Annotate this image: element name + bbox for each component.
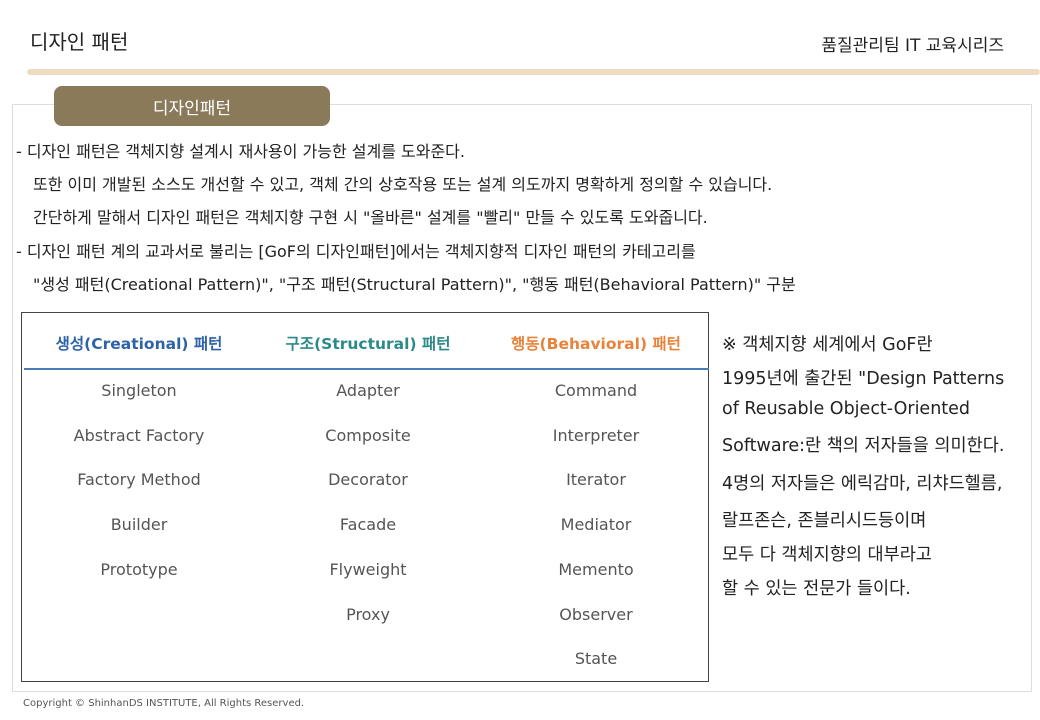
pattern-cell: Composite (325, 425, 411, 445)
pattern-cell: Builder (110, 515, 168, 535)
page-title: 디자인 패턴 (30, 30, 129, 54)
pattern-cell: Mediator (560, 515, 632, 535)
note-line-5: 4명의 저자들은 에릭감마, 리챠드헬름, (722, 474, 1003, 494)
pattern-cell: State (574, 649, 618, 669)
note-line-3: of Reusable Object-Oriented (722, 399, 971, 419)
section-tab: 디자인패턴 (54, 86, 330, 126)
note-line-7: 모두 다 객체지향의 대부라고 (722, 545, 932, 565)
pattern-cell: Decorator (328, 470, 408, 490)
slide: 디자인 패턴 품질관리팀 IT 교육시리즈 디자인패턴 - 디자인 패턴은 객체… (0, 0, 1040, 720)
table-header-1: 생성(Creational) 패턴 (55, 335, 223, 353)
note-line-1: ※ 객체지향 세계에서 GoF란 (722, 335, 933, 355)
table-header-rule (24, 368, 709, 370)
pattern-cell: Observer (559, 604, 633, 624)
pattern-cell: Abstract Factory (73, 425, 205, 445)
pattern-cell: Adapter (336, 381, 400, 400)
note-line-2: 1995년에 출간된 "Design Patterns (722, 369, 1005, 389)
pattern-cell: Interpreter (552, 425, 640, 445)
body-line-3: 간단하게 말해서 디자인 패턴은 객체지향 구현 시 "올바른" 설계를 "빨리… (33, 208, 708, 227)
pattern-cell: Singleton (101, 381, 177, 400)
pattern-cell: Facade (339, 515, 397, 535)
pattern-cell: Factory Method (77, 470, 201, 490)
pattern-cell: Iterator (566, 470, 626, 490)
table-header-3: 행동(Behavioral) 패턴 (511, 335, 681, 353)
body-line-4: - 디자인 패턴 계의 교과서로 불리는 [GoF의 디자인패턴]에서는 객체지… (16, 242, 696, 261)
pattern-cell: Proxy (346, 604, 390, 624)
pattern-cell: Prototype (100, 559, 178, 579)
series-label: 품질관리팀 IT 교육시리즈 (821, 36, 1004, 56)
table-header-2: 구조(Structural) 패턴 (285, 335, 451, 353)
body-line-1: - 디자인 패턴은 객체지향 설계시 재사용이 가능한 설계를 도와준다. (16, 142, 465, 161)
pattern-cell: Flyweight (329, 559, 407, 579)
note-line-4: Software:란 책의 저자들을 의미한다. (722, 436, 1005, 456)
note-line-8: 할 수 있는 전문가 들이다. (722, 579, 911, 599)
copyright: Copyright © ShinhanDS INSTITUTE, All Rig… (23, 698, 305, 709)
body-line-5: "생성 패턴(Creational Pattern)", "구조 패턴(Stru… (33, 275, 796, 294)
pattern-cell: Memento (558, 559, 634, 579)
note-line-6: 랄프존슨, 존블리시드등이며 (722, 511, 927, 531)
body-line-2: 또한 이미 개발된 소스도 개선할 수 있고, 객체 간의 상호작용 또는 설계… (33, 175, 773, 194)
pattern-cell: Command (554, 381, 638, 400)
header-divider (27, 69, 1040, 75)
